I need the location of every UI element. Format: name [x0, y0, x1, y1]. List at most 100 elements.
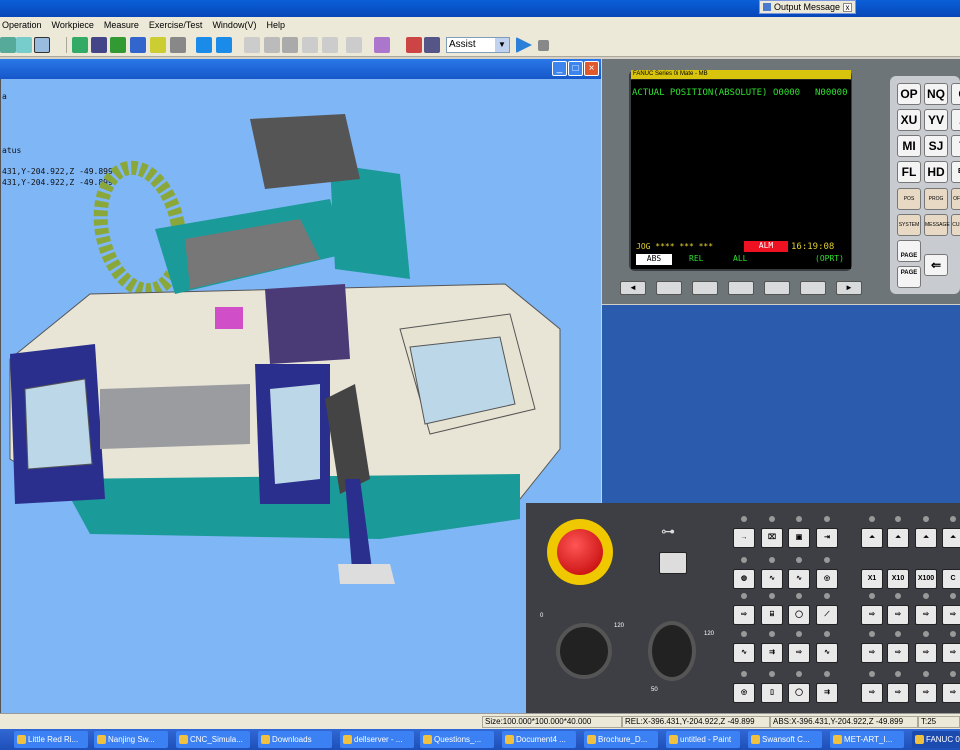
key-system[interactable]: SYSTEM	[897, 214, 921, 236]
key-eob[interactable]: EO	[951, 161, 960, 183]
mode-button[interactable]: →	[733, 528, 755, 548]
taskbar-item[interactable]: untitled - Paint	[666, 731, 740, 748]
view-top-icon[interactable]	[244, 37, 260, 53]
mode-button[interactable]: ∿	[761, 569, 783, 589]
key-yv[interactable]: YV	[924, 109, 948, 131]
axis-button[interactable]: ⇨	[942, 683, 960, 703]
maximize-button[interactable]: □	[568, 61, 583, 76]
axis-button[interactable]: ⇨	[915, 683, 937, 703]
cube-icon[interactable]	[130, 37, 146, 53]
spindle-override-knob[interactable]	[648, 621, 696, 681]
taskbar-item[interactable]: Little Red Ri...	[14, 731, 88, 748]
path-icon[interactable]	[322, 37, 338, 53]
minimize-button[interactable]: _	[552, 61, 567, 76]
arrow-icon[interactable]	[0, 37, 16, 53]
menu-exercise-test[interactable]: Exercise/Test	[149, 20, 203, 30]
key-mi[interactable]: MI	[897, 135, 921, 157]
mode-select[interactable]: Assist ▼	[446, 37, 510, 53]
menu-help[interactable]: Help	[266, 20, 285, 30]
mode-button[interactable]: ⌸	[761, 605, 783, 625]
axis-button[interactable]: ⏶	[942, 528, 960, 548]
softkey-oprt[interactable]: (OPRT)	[815, 254, 844, 263]
softkey-5[interactable]	[800, 281, 826, 295]
mode-button[interactable]: ▣	[788, 528, 810, 548]
measure-icon[interactable]	[374, 37, 390, 53]
taskbar-item[interactable]: MET-ART_I...	[830, 731, 904, 748]
mode-button[interactable]: ◍	[733, 569, 755, 589]
axis-button[interactable]: ⇨	[887, 643, 909, 663]
menu-window[interactable]: Window(V)	[212, 20, 256, 30]
mode-button[interactable]: ⟋	[816, 605, 838, 625]
mode-button[interactable]: ∿	[816, 643, 838, 663]
taskbar-item[interactable]: Questions_...	[420, 731, 494, 748]
mode-button[interactable]: ⇉	[816, 683, 838, 703]
axis-button[interactable]: ⇨	[861, 605, 883, 625]
play-icon[interactable]	[516, 37, 532, 53]
key-z[interactable]: Z	[951, 109, 960, 131]
softkey-3[interactable]	[728, 281, 754, 295]
mode-button[interactable]: ◎	[816, 569, 838, 589]
mode-button[interactable]: ◯	[788, 683, 810, 703]
axis-button[interactable]: ⏶	[861, 528, 883, 548]
jog-x1-button[interactable]: X1	[861, 569, 883, 589]
mode-button[interactable]: ⇨	[733, 605, 755, 625]
softkey-left-arrow[interactable]: ◄	[620, 281, 646, 295]
taskbar-item[interactable]: Document4 ...	[502, 731, 576, 748]
emergency-stop-button[interactable]	[557, 529, 603, 575]
softkey-2[interactable]	[692, 281, 718, 295]
key-prog[interactable]: PROG	[924, 188, 948, 210]
stop-icon[interactable]	[538, 40, 549, 51]
axis-button[interactable]: ⇨	[887, 605, 909, 625]
menu-workpiece[interactable]: Workpiece	[52, 20, 94, 30]
softkey-all[interactable]: ALL	[733, 254, 747, 263]
key-nq[interactable]: NQ	[924, 83, 948, 105]
axis-button[interactable]: ⇨	[915, 643, 937, 663]
chevron-down-icon[interactable]: ▼	[495, 38, 509, 52]
view-left-icon[interactable]	[282, 37, 298, 53]
cursor-left-button[interactable]: ⇐	[924, 254, 948, 276]
taskbar-item[interactable]: Swansoft C...	[748, 731, 822, 748]
select-tool-icon[interactable]	[34, 37, 50, 53]
view-3d-icon[interactable]	[196, 37, 212, 53]
save-as-icon[interactable]	[424, 37, 440, 53]
gear-icon[interactable]	[150, 37, 166, 53]
workpiece-icon[interactable]	[72, 37, 88, 53]
axis-button[interactable]: ⏶	[915, 528, 937, 548]
key-hd[interactable]: HD	[924, 161, 948, 183]
tool-icon[interactable]	[110, 37, 126, 53]
key-custom[interactable]: CUSTOM	[951, 214, 960, 236]
softkey-1[interactable]	[656, 281, 682, 295]
taskbar-item[interactable]: dellserver - ...	[340, 731, 414, 748]
axis-button[interactable]: ⇨	[942, 643, 960, 663]
page-down-button[interactable]: PAGE	[897, 266, 921, 288]
mode-button[interactable]: ▯	[761, 683, 783, 703]
menu-operation[interactable]: Operation	[2, 20, 42, 30]
softkey-right-arrow[interactable]: ►	[836, 281, 862, 295]
rotate-icon[interactable]	[346, 37, 362, 53]
softkey-rel[interactable]: REL	[689, 254, 703, 263]
taskbar-item[interactable]: Nanjing Sw...	[94, 731, 168, 748]
jog-x10-button[interactable]: X10	[887, 569, 909, 589]
tool-holder-icon[interactable]	[302, 37, 318, 53]
axis-button[interactable]: ⇨	[861, 683, 883, 703]
axis-button[interactable]: ⏶	[887, 528, 909, 548]
hand-icon[interactable]	[170, 37, 186, 53]
key-op[interactable]: OP	[897, 83, 921, 105]
taskbar-item[interactable]: Brochure_D...	[584, 731, 658, 748]
softkey-4[interactable]	[764, 281, 790, 295]
axis-button[interactable]: ⇨	[942, 605, 960, 625]
key-message[interactable]: MESSAGE	[924, 214, 950, 236]
key-pos[interactable]: POS	[897, 188, 921, 210]
softkey-abs[interactable]: ABS	[636, 254, 672, 265]
taskbar-item[interactable]: CNC_Simula...	[176, 731, 250, 748]
page-up-button[interactable]: PAGE	[897, 240, 921, 262]
view-front-icon[interactable]	[216, 37, 232, 53]
axis-button[interactable]: ⇨	[861, 643, 883, 663]
axis-button[interactable]: ⇨	[915, 605, 937, 625]
view-side-icon[interactable]	[264, 37, 280, 53]
feed-override-knob[interactable]	[556, 623, 612, 679]
taskbar-item[interactable]: Downloads	[258, 731, 332, 748]
output-message-tab[interactable]: Output Message x	[758, 0, 856, 14]
key-fl[interactable]: FL	[897, 161, 921, 183]
close-output-message-button[interactable]: x	[843, 2, 852, 12]
